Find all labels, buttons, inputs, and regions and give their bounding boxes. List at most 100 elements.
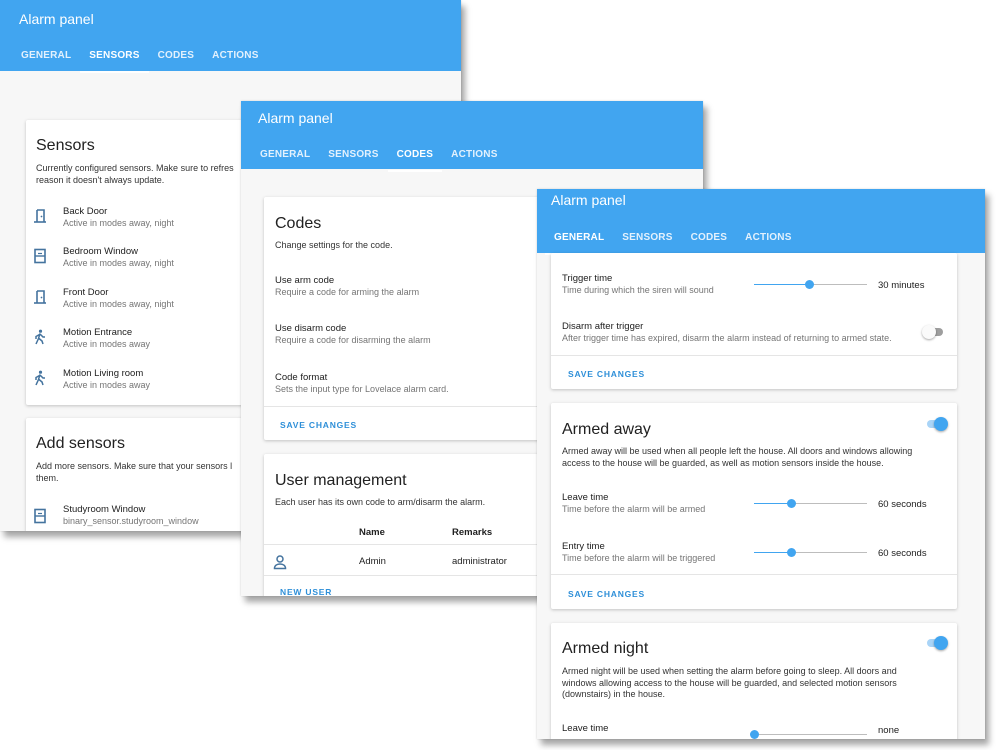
card-description: Change settings for the code. [275, 240, 393, 250]
sensor-info: Active in modes away [63, 339, 151, 349]
setting-description: Require a code for arming the alarm [275, 287, 420, 297]
slider-thumb[interactable] [749, 730, 759, 739]
card-description: Add more sensors. Make sure that your se… [36, 461, 232, 484]
card-description: Each user has its own code to arm/disarm… [275, 497, 486, 507]
app-header: Alarm panel GENERAL SENSORS CODES ACTION… [0, 0, 461, 73]
card-title: Sensors [36, 137, 95, 154]
toggle-knob [934, 636, 948, 650]
sensor-name: Bedroom Window [63, 246, 138, 257]
armed-away-card: Armed away Armed away will be used when … [551, 403, 957, 609]
sensor-name: Studyroom Window [63, 504, 146, 515]
new-user-button[interactable]: NEW USER [280, 587, 332, 596]
app-header: Alarm panel GENERAL SENSORS CODES ACTION… [537, 189, 985, 255]
account-icon [273, 555, 287, 570]
tab-codes[interactable]: CODES [682, 232, 737, 243]
card-description: Armed night will be used when setting th… [562, 666, 897, 701]
tab-bar: GENERAL SENSORS CODES ACTIONS [545, 232, 801, 255]
setting-description: After trigger time has expired, disarm t… [562, 333, 892, 343]
door-icon [34, 290, 46, 304]
description-line: windows allowing access to the house wil… [562, 677, 897, 688]
save-changes-button[interactable]: SAVE CHANGES [568, 589, 645, 599]
disarm-after-trigger-toggle[interactable] [922, 325, 945, 339]
slider-fill [754, 552, 792, 553]
sensor-name: Back Door [63, 206, 108, 217]
slider-thumb[interactable] [804, 280, 814, 289]
tab-actions[interactable]: ACTIONS [736, 232, 800, 243]
description-line: Armed night will be used when setting th… [562, 666, 897, 676]
sensor-info: Active in modes away, night [63, 299, 174, 309]
tab-codes[interactable]: CODES [387, 149, 443, 172]
night-leave-time-slider[interactable] [749, 730, 867, 739]
app-title: Alarm panel [551, 192, 626, 208]
card-title: Codes [275, 215, 322, 232]
tab-actions[interactable]: ACTIONS [442, 149, 506, 160]
divider [551, 574, 957, 575]
door-icon [34, 209, 46, 223]
slider-thumb[interactable] [786, 499, 796, 508]
setting-title: Use arm code [275, 275, 335, 286]
trigger-time-slider[interactable] [754, 280, 867, 290]
window-icon [34, 508, 46, 524]
slider-track [754, 734, 867, 735]
sensor-info: Active in modes away, night [63, 218, 174, 228]
user-name: Admin [359, 556, 386, 567]
sensor-name: Motion Living room [63, 368, 144, 379]
column-header-name: Name [359, 527, 385, 538]
slider-value: 60 seconds [878, 499, 927, 510]
save-changes-button[interactable]: SAVE CHANGES [568, 369, 645, 379]
setting-title: Use disarm code [275, 323, 347, 334]
description-line: Currently configured sensors. Make sure … [36, 163, 234, 173]
slider-value: 30 minutes [878, 280, 925, 291]
setting-title: Entry time [562, 541, 605, 552]
save-changes-button[interactable]: SAVE CHANGES [280, 420, 357, 430]
slider-value: none [878, 725, 900, 736]
tab-actions[interactable]: ACTIONS [203, 50, 267, 61]
slider-fill [754, 503, 792, 504]
sensor-name: Front Door [63, 287, 109, 298]
description-line: Armed away will be used when all people … [562, 446, 913, 456]
sensor-entity-id: binary_sensor.studyroom_window [63, 516, 199, 526]
tab-general[interactable]: GENERAL [251, 149, 319, 160]
toggle-knob [922, 325, 936, 339]
tab-codes[interactable]: CODES [149, 50, 204, 61]
window-icon [34, 248, 46, 264]
app-title: Alarm panel [258, 110, 333, 126]
tab-sensors[interactable]: SENSORS [80, 50, 149, 73]
sensor-name: Motion Entrance [63, 327, 133, 338]
description-line: access to the house will be guarded, as … [562, 457, 884, 468]
trigger-settings-card: Trigger time Time during which the siren… [551, 253, 957, 389]
sensor-info: Active in modes away, night [63, 258, 174, 268]
entry-time-slider[interactable] [754, 548, 867, 558]
tab-general[interactable]: GENERAL [545, 232, 614, 255]
tab-sensors[interactable]: SENSORS [613, 232, 681, 243]
tab-bar: GENERAL SENSORS CODES ACTIONS [12, 50, 268, 73]
app-title: Alarm panel [19, 11, 94, 27]
toggle-knob [934, 417, 948, 431]
setting-title: Leave time [562, 492, 609, 503]
tab-sensors[interactable]: SENSORS [319, 149, 387, 160]
user-remarks: administrator [452, 556, 507, 567]
setting-description: Time before the alarm will be triggered [562, 553, 716, 563]
card-title: Armed away [562, 421, 651, 438]
description-line: Add more sensors. Make sure that your se… [36, 461, 233, 471]
setting-description: Require a code for disarming the alarm [275, 335, 431, 345]
slider-thumb[interactable] [786, 548, 796, 557]
setting-title: Leave time [562, 723, 609, 734]
armed-night-toggle[interactable] [925, 636, 948, 650]
description-line: reason it doesn't always update. [36, 174, 165, 185]
setting-title: Trigger time [562, 273, 613, 284]
setting-title: Code format [275, 372, 328, 383]
description-line: (downstairs) in the house. [562, 689, 666, 699]
column-header-remarks: Remarks [452, 527, 493, 538]
leave-time-slider[interactable] [754, 499, 867, 509]
setting-title: Disarm after trigger [562, 321, 644, 332]
sensor-info: Active in modes away [63, 380, 151, 390]
armed-away-toggle[interactable] [925, 417, 948, 431]
tab-general[interactable]: GENERAL [12, 50, 80, 61]
setting-description: Time during which the siren will sound [562, 285, 714, 295]
setting-description: Time before the alarm will be armed [562, 504, 706, 514]
divider [551, 355, 957, 356]
setting-description: Sets the input type for Lovelace alarm c… [275, 384, 449, 394]
card-description: Armed away will be used when all people … [562, 446, 912, 469]
card-title: Armed night [562, 640, 649, 657]
